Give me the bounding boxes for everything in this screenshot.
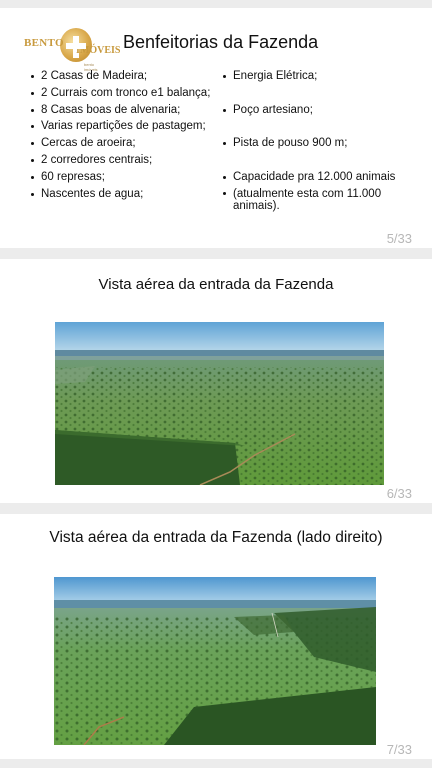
aerial-photo-farm-entrance-right-side — [54, 577, 376, 745]
list-item: 2 corredores centrais; — [30, 152, 220, 169]
list-item: (atualmente esta com 11.000 animais). — [222, 186, 403, 213]
slide-title: Vista aérea da entrada da Fazenda — [98, 276, 334, 293]
bento-imoveis-logo: BENTO IMÓVEIS bento imóveis — [24, 28, 120, 72]
list-item: 2 Casas de Madeira; — [30, 68, 220, 85]
slide-6: Vista aérea da entrada da Fazenda 6/33 — [0, 259, 432, 503]
list-item: Varias repartições de pastagem; — [30, 118, 220, 135]
list-item: Cercas de aroeira; — [30, 135, 220, 152]
list-item: Pista de pouso 900 m; — [222, 135, 412, 152]
list-item: Energia Elétrica; — [222, 68, 412, 85]
page-number: 6/33 — [386, 486, 412, 501]
slide-title: Vista aérea da entrada da Fazenda (lado … — [49, 529, 383, 546]
page-number: 7/33 — [386, 742, 412, 757]
list-item: 8 Casas boas de alvenaria; — [30, 102, 220, 119]
list-item: Capacidade pra 12.000 animais — [222, 169, 412, 186]
page-number: 5/33 — [386, 231, 412, 246]
slide-7: Vista aérea da entrada da Fazenda (lado … — [0, 514, 432, 759]
slide-title: Benfeitorias da Fazenda — [123, 32, 319, 52]
logo-word-bento: BENTO — [24, 37, 64, 49]
aerial-photo-farm-entrance — [55, 322, 384, 485]
list-item: 2 Currais com tronco e1 balança; — [30, 85, 220, 102]
list-item: Poço artesiano; — [222, 102, 412, 119]
list-item: Nascentes de agua; — [30, 186, 220, 203]
improvements-list-left: 2 Casas de Madeira; 2 Currais com tronco… — [30, 68, 220, 202]
improvements-list-right: Energia Elétrica; Poço artesiano; Pista … — [222, 68, 412, 213]
list-item: 60 represas; — [30, 169, 220, 186]
slide-5: BENTO IMÓVEIS bento imóveis Benfeitorias… — [0, 8, 432, 248]
